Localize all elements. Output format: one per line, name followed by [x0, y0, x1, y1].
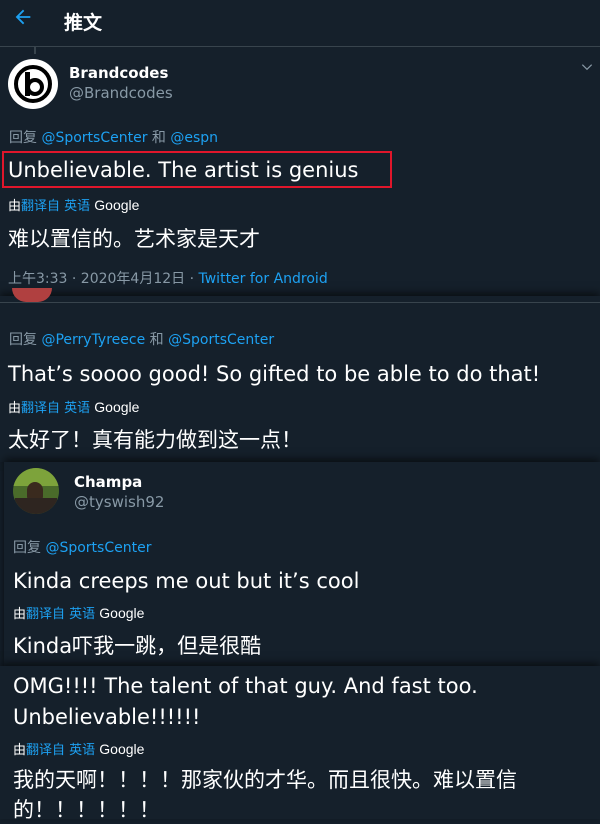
- translated-link[interactable]: 翻译自 英语: [21, 199, 90, 214]
- source-link[interactable]: Twitter for Android: [199, 271, 328, 287]
- reply-mention[interactable]: @PerryTyreece: [41, 332, 145, 348]
- reply-context: 回复 @SportsCenter 和 @espn: [9, 127, 218, 147]
- tweet-panel: 回复 @PerryTyreece 和 @SportsCenter That’s …: [0, 288, 600, 462]
- translation-credit: 由翻译自 英语 Google: [8, 195, 139, 214]
- translated-text: 难以置信的。艺术家是天才: [8, 227, 260, 251]
- reply-prefix: 回复: [13, 540, 41, 556]
- back-arrow-icon[interactable]: [12, 6, 34, 32]
- reply-and: 和: [149, 332, 164, 348]
- tweet-panel: Champa @tyswish92 回复 @SportsCenter Kinda…: [4, 462, 600, 666]
- translation-credit: 由翻译自 英语 Google: [13, 603, 144, 622]
- google-label: Google: [94, 197, 140, 213]
- avatar[interactable]: [8, 59, 58, 109]
- translated-link[interactable]: 翻译自 英语: [26, 743, 95, 758]
- reply-mention[interactable]: @espn: [170, 130, 218, 146]
- translated-text: Kinda吓我一跳，但是很酷: [13, 634, 262, 658]
- highlight-box: [2, 151, 392, 188]
- reply-prefix: 回复: [9, 130, 37, 146]
- divider: [0, 302, 600, 303]
- translated-text: 太好了！真有能力做到这一点！: [8, 428, 302, 452]
- reply-mention[interactable]: @SportsCenter: [41, 130, 147, 146]
- top-bar: 推文: [0, 0, 600, 47]
- timestamp[interactable]: 上午3:33 · 2020年4月12日 ·: [8, 271, 199, 287]
- translated-link[interactable]: 翻译自 英语: [26, 607, 95, 622]
- tweet-text: That’s soooo good! So gifted to be able …: [8, 362, 541, 386]
- tweet-text: Unbelievable!!!!!!: [13, 705, 201, 729]
- translated-prefix: 由: [8, 401, 22, 416]
- translation-credit: 由翻译自 英语 Google: [8, 397, 139, 416]
- page-title: 推文: [64, 12, 103, 34]
- tweet-text: OMG!!!! The talent of that guy. And fast…: [13, 674, 478, 698]
- reply-mention[interactable]: @SportsCenter: [45, 540, 151, 556]
- translated-prefix: 由: [13, 743, 27, 758]
- user-handle[interactable]: @Brandcodes: [69, 84, 173, 102]
- google-label: Google: [99, 741, 145, 757]
- avatar[interactable]: [13, 468, 59, 514]
- translated-text: 我的天啊！！！！那家伙的才华。而且很快。难以置信: [13, 768, 517, 792]
- reply-context: 回复 @PerryTyreece 和 @SportsCenter: [9, 329, 274, 349]
- reply-prefix: 回复: [9, 332, 37, 348]
- translation-credit: 由翻译自 英语 Google: [13, 739, 144, 758]
- chevron-down-icon[interactable]: [580, 60, 594, 78]
- reply-context: 回复 @SportsCenter: [13, 537, 151, 557]
- brandcodes-logo: [14, 65, 52, 103]
- translated-text: 的！！！！！！: [13, 798, 160, 822]
- tweet-meta: 上午3:33 · 2020年4月12日 · Twitter for Androi…: [8, 268, 328, 288]
- tweet-text: Kinda creeps me out but it’s cool: [13, 569, 360, 593]
- reply-mention[interactable]: @SportsCenter: [168, 332, 274, 348]
- display-name[interactable]: Champa: [74, 473, 142, 491]
- translated-prefix: 由: [13, 607, 27, 622]
- thread-connector: [34, 46, 36, 54]
- reply-and: 和: [151, 130, 166, 146]
- avatar[interactable]: [12, 288, 52, 302]
- google-label: Google: [99, 605, 145, 621]
- google-label: Google: [94, 399, 140, 415]
- tweet-panel: OMG!!!! The talent of that guy. And fast…: [0, 666, 600, 822]
- translated-link[interactable]: 翻译自 英语: [21, 401, 90, 416]
- translated-prefix: 由: [8, 199, 22, 214]
- user-handle[interactable]: @tyswish92: [74, 493, 164, 511]
- display-name[interactable]: Brandcodes: [69, 64, 168, 82]
